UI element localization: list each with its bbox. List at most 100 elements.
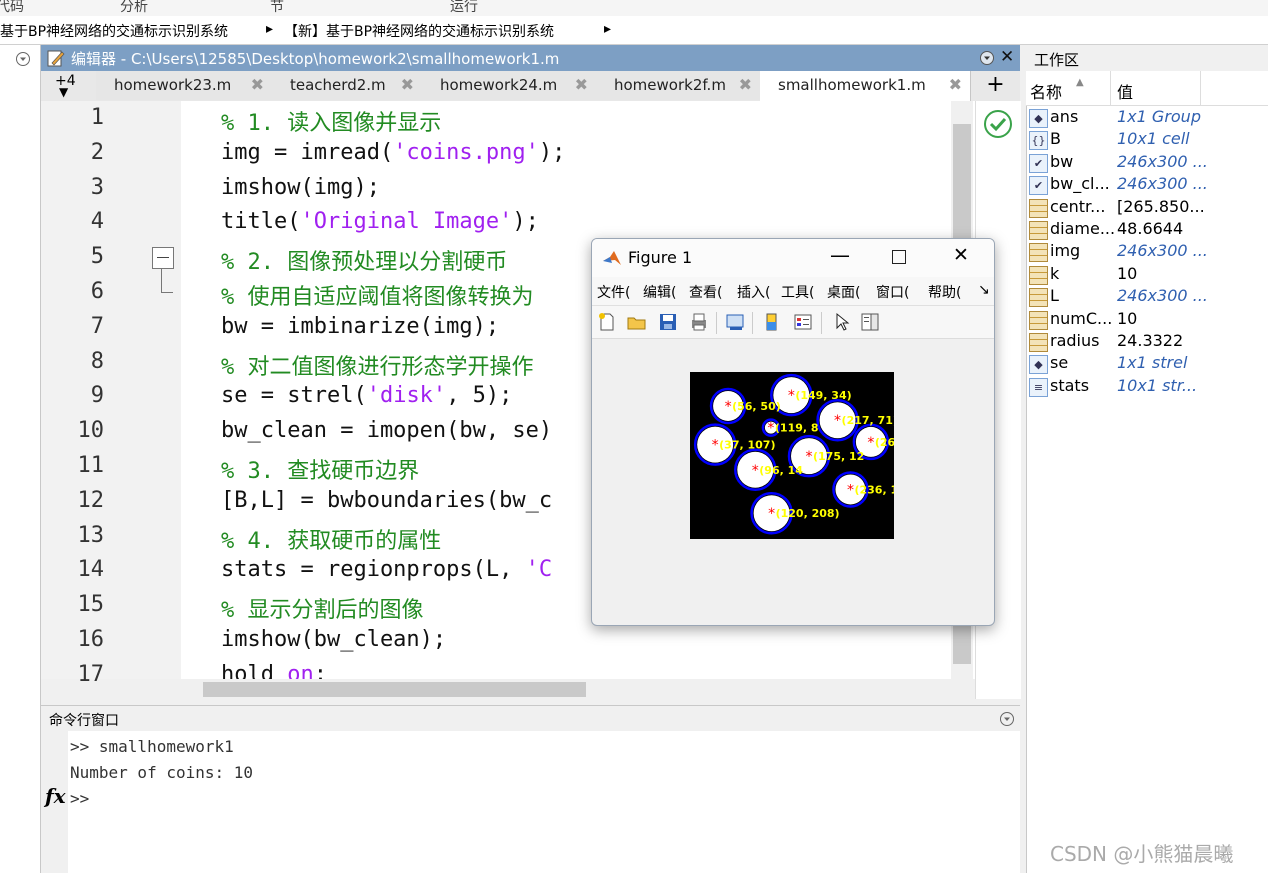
current-folder-panel bbox=[0, 45, 41, 873]
code-line[interactable]: se = strel('disk', 5); bbox=[221, 383, 512, 408]
menu-help[interactable]: 帮助( bbox=[928, 282, 961, 302]
workspace-header: 名称 ▲ 值 bbox=[1026, 71, 1268, 106]
workspace-variable-row[interactable]: radius 24.3322 bbox=[1027, 331, 1267, 353]
close-icon[interactable]: ✕ bbox=[953, 244, 969, 266]
menu-edit[interactable]: 编辑( bbox=[643, 282, 676, 302]
menu-insert[interactable]: 插入( bbox=[737, 282, 770, 302]
code-comment: % 对二值图像进行形态学开操作 bbox=[221, 354, 534, 380]
menu-file[interactable]: 文件( bbox=[597, 282, 630, 302]
code-line[interactable]: [B,L] = bwboundaries(bw_c bbox=[221, 488, 552, 513]
editor-menu-icon[interactable] bbox=[979, 50, 995, 66]
workspace-variable-row[interactable]: k 10 bbox=[1027, 264, 1267, 286]
ribbon-label-analyze: 分析 bbox=[120, 0, 148, 15]
centroid-marker: * bbox=[767, 421, 774, 437]
toolbar-divider bbox=[752, 312, 753, 334]
code-line[interactable]: bw = imbinarize(img); bbox=[221, 314, 499, 339]
legend-icon[interactable] bbox=[793, 312, 813, 332]
line-number: 5 bbox=[90, 244, 104, 270]
menu-view[interactable]: 查看( bbox=[689, 282, 722, 302]
workspace-variable-row[interactable]: img 246x300 ... bbox=[1027, 241, 1267, 263]
new-figure-icon[interactable] bbox=[597, 312, 617, 332]
centroid-marker: * bbox=[834, 413, 841, 429]
code-line[interactable]: % 使用自适应阈值将图像转换为 bbox=[221, 279, 534, 311]
workspace-variable-row[interactable]: L 246x300 ... bbox=[1027, 286, 1267, 308]
colorbar-icon[interactable] bbox=[762, 312, 782, 332]
tab-overflow-button[interactable]: +4 ▼ bbox=[41, 71, 96, 100]
column-header-value[interactable]: 值 bbox=[1117, 79, 1133, 103]
breadcrumb-separator[interactable]: ▸ bbox=[604, 21, 611, 37]
add-tab-button[interactable]: + bbox=[971, 71, 1020, 100]
code-fold-toggle[interactable] bbox=[152, 247, 174, 269]
close-tab-icon[interactable]: ✖ bbox=[739, 75, 752, 94]
code-line[interactable]: img = imread('coins.png'); bbox=[221, 140, 565, 165]
column-divider[interactable] bbox=[1200, 71, 1201, 105]
code-line[interactable]: % 4. 获取硬币的属性 bbox=[221, 523, 441, 555]
figure-axes-image[interactable]: * * * * * * * * * * (149, 34) (56, 50) (217, 71) (119… bbox=[690, 372, 939, 539]
ribbon-section-labels: 代码 分析 节 运行 bbox=[0, 0, 1268, 17]
minimize-icon[interactable]: — bbox=[830, 243, 850, 267]
command-prompt[interactable]: >> bbox=[70, 789, 89, 808]
coins-plot: **********(149, 34)(56, 50)(217, 71)(119… bbox=[693, 373, 939, 535]
code-text: title( bbox=[221, 209, 301, 235]
code-text: imshow(img); bbox=[221, 174, 380, 200]
close-tab-icon[interactable]: ✖ bbox=[575, 75, 588, 94]
menu-desktop[interactable]: 桌面( bbox=[827, 282, 860, 302]
close-tab-icon[interactable]: ✖ bbox=[401, 75, 414, 94]
workspace-variable-row[interactable]: ≡ stats 10x1 str... bbox=[1027, 376, 1267, 398]
menu-window[interactable]: 窗口( bbox=[876, 282, 909, 302]
workspace-variable-row[interactable]: centr... [265.850... bbox=[1027, 197, 1267, 219]
print-icon[interactable] bbox=[689, 312, 709, 332]
code-line[interactable]: % 1. 读入图像并显示 bbox=[221, 105, 441, 137]
line-number: 10 bbox=[77, 418, 105, 444]
code-line[interactable]: % 2. 图像预处理以分割硬币 bbox=[221, 244, 507, 276]
command-window-menu-icon[interactable] bbox=[999, 711, 1015, 727]
tab-homework24[interactable]: homework24.m ✖ bbox=[422, 71, 597, 100]
command-window[interactable]: >> smallhomework1 Number of coins: 10 >> bbox=[68, 731, 1020, 873]
menu-tools[interactable]: 工具( bbox=[781, 282, 814, 302]
function-browser-icon[interactable]: fx bbox=[45, 784, 66, 808]
tab-homework23[interactable]: homework23.m ✖ bbox=[96, 71, 273, 100]
column-divider[interactable] bbox=[1110, 71, 1111, 105]
chevron-down-icon[interactable] bbox=[15, 51, 31, 67]
close-tab-icon[interactable]: ✖ bbox=[251, 75, 264, 94]
workspace-variable-row[interactable]: ◆ ans 1x1 Group bbox=[1027, 107, 1267, 129]
code-line[interactable]: title('Original Image'); bbox=[221, 209, 539, 234]
fold-line bbox=[161, 292, 173, 293]
sort-icon[interactable]: ▲ bbox=[1076, 77, 1084, 88]
breadcrumb-separator[interactable]: ▸ bbox=[266, 21, 273, 37]
editor-title: 编辑器 - C:\Users\12585\Desktop\homework2\s… bbox=[71, 50, 560, 68]
tab-teacherd2[interactable]: teacherd2.m ✖ bbox=[272, 71, 423, 100]
matrix-icon bbox=[1029, 310, 1048, 330]
close-icon[interactable]: ✕ bbox=[1000, 47, 1014, 67]
link-plot-icon[interactable] bbox=[725, 312, 745, 332]
code-line[interactable]: % 对二值图像进行形态学开操作 bbox=[221, 349, 534, 381]
code-line[interactable]: bw_clean = imopen(bw, se) bbox=[221, 418, 552, 443]
open-file-icon[interactable] bbox=[627, 312, 647, 332]
save-icon[interactable] bbox=[658, 312, 678, 332]
workspace-variable-row[interactable]: ◆ se 1x1 strel bbox=[1027, 353, 1267, 375]
matrix-icon bbox=[1029, 288, 1048, 308]
breadcrumb-item-2[interactable]: 【新】基于BP神经网络的交通标示识别系统 bbox=[284, 21, 554, 41]
workspace-variable-row[interactable]: ✔ bw_cl... 246x300 ... bbox=[1027, 174, 1267, 196]
tab-homework2f[interactable]: homework2f.m ✖ bbox=[596, 71, 761, 100]
menu-overflow-icon[interactable]: ↘ bbox=[978, 282, 990, 298]
breadcrumb-item-1[interactable]: 基于BP神经网络的交通标示识别系统 bbox=[0, 21, 228, 41]
code-line[interactable]: stats = regionprops(L, 'C bbox=[221, 557, 552, 582]
close-tab-icon[interactable]: ✖ bbox=[949, 75, 962, 94]
code-line[interactable]: imshow(img); bbox=[221, 175, 380, 200]
tab-smallhomework1[interactable]: smallhomework1.m ✖ bbox=[760, 71, 971, 101]
code-line[interactable]: % 3. 查找硬币边界 bbox=[221, 453, 419, 485]
check-icon[interactable] bbox=[983, 109, 1013, 139]
workspace-variable-row[interactable]: {} B 10x1 cell bbox=[1027, 129, 1267, 151]
code-line[interactable]: imshow(bw_clean); bbox=[221, 627, 446, 652]
column-header-name[interactable]: 名称 bbox=[1030, 79, 1062, 103]
code-line[interactable]: % 显示分割后的图像 bbox=[221, 592, 424, 624]
variable-name: L bbox=[1050, 286, 1059, 306]
workspace-variable-row[interactable]: ✔ bw 246x300 ... bbox=[1027, 152, 1267, 174]
maximize-icon[interactable] bbox=[892, 250, 906, 264]
property-inspector-icon[interactable] bbox=[860, 312, 880, 332]
edit-plot-arrow-icon[interactable] bbox=[832, 312, 852, 332]
workspace-variable-row[interactable]: numC... 10 bbox=[1027, 309, 1267, 331]
horizontal-scroll-thumb[interactable] bbox=[203, 682, 586, 697]
workspace-variable-row[interactable]: diame... 48.6644 bbox=[1027, 219, 1267, 241]
